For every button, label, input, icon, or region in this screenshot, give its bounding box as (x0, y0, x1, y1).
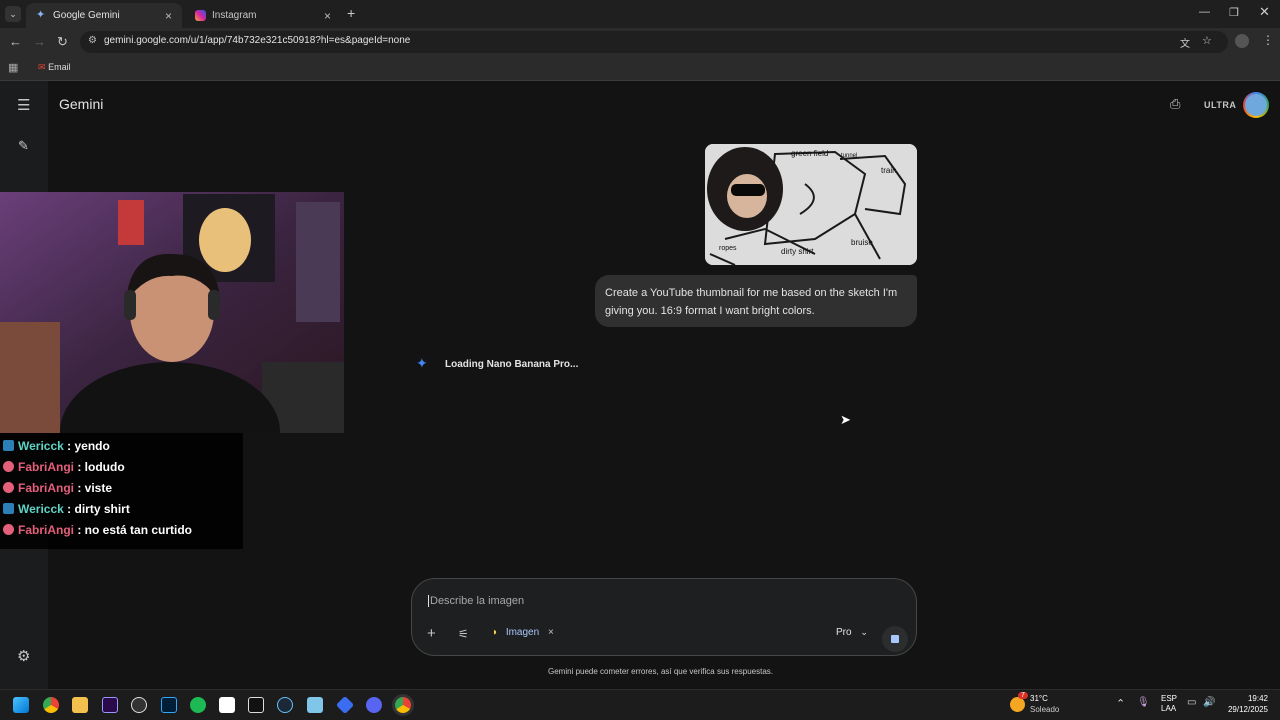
webcam-feed (0, 192, 344, 433)
close-tab-icon[interactable]: × (165, 9, 172, 23)
forward-arrow-icon[interactable]: → (33, 34, 46, 49)
tab-google-gemini[interactable]: ✦ Google Gemini × (26, 3, 182, 28)
twitch-badge-icon (3, 440, 14, 451)
print-icon[interactable]: ⎙ (1170, 96, 1180, 112)
chat-message: FabriAngi : viste (0, 477, 243, 498)
apps-grid-icon[interactable]: ▦ (8, 61, 18, 74)
notion-icon[interactable] (219, 697, 235, 713)
weather-alert-count: 7 (1018, 692, 1028, 699)
bookmark-email[interactable]: ✉ Email (38, 62, 71, 73)
premiere-icon[interactable] (102, 697, 118, 713)
chat-message: FabriAngi : no está tan curtido (0, 519, 243, 540)
sketch-label: tunnel (841, 153, 857, 159)
stop-icon (891, 635, 899, 643)
stop-generation-button[interactable] (882, 626, 908, 652)
chat-message: Wericck : yendo (0, 435, 243, 456)
microphone-icon[interactable]: 🎙 (1137, 697, 1150, 708)
file-explorer-icon[interactable] (72, 697, 88, 713)
steam-icon[interactable] (277, 697, 293, 713)
sketch-label: train (881, 166, 897, 175)
weather-condition[interactable]: Soleado (1030, 705, 1059, 714)
emote-badge-icon (3, 461, 14, 472)
chat-message: Wericck : dirty shirt (0, 498, 243, 519)
weather-icon[interactable] (1010, 697, 1025, 712)
notepad-icon[interactable] (307, 697, 323, 713)
profile-avatar-icon[interactable] (1235, 34, 1249, 48)
emote-badge-icon (3, 524, 14, 535)
browser-tab-strip: ⌄ ✦ Google Gemini × Instagram × + — ❐ ✕ (0, 0, 1280, 28)
sketch-label: bruise (851, 238, 873, 247)
back-arrow-icon[interactable]: ← (9, 34, 22, 49)
language-indicator[interactable]: ESP LAA (1161, 694, 1177, 714)
chat-message: FabriAngi : lodudo (0, 456, 243, 477)
sketch-label: green field (791, 149, 828, 158)
add-attachment-icon[interactable]: + (427, 625, 436, 642)
sketch-label: ropes (719, 245, 737, 252)
tab-label: Google Gemini (53, 10, 120, 21)
app-icon[interactable] (335, 695, 355, 715)
close-tab-icon[interactable]: × (324, 9, 331, 23)
remove-chip-icon[interactable]: × (548, 627, 554, 638)
browser-toolbar: ← → ↻ ⚙ gemini.google.com/u/1/app/74b732… (0, 28, 1280, 56)
spotify-icon[interactable] (190, 697, 206, 713)
mouse-cursor-icon: ➤ (840, 412, 851, 427)
emote-badge-icon (3, 482, 14, 493)
chrome-icon[interactable] (43, 697, 59, 713)
twitch-badge-icon (3, 503, 14, 514)
uploaded-sketch-image[interactable]: green field tunnel train ropes dirty shi… (705, 144, 917, 265)
weather-temp[interactable]: 31°C (1030, 694, 1048, 703)
menu-icon[interactable]: ☰ (17, 96, 30, 114)
banana-icon: ◗ (492, 627, 499, 638)
bookmark-star-icon[interactable]: ☆ (1202, 34, 1212, 47)
browser-menu-icon[interactable]: ⋮ (1262, 33, 1274, 47)
bookmarks-bar: ▦ ✉ Email (0, 56, 1280, 81)
discord-icon[interactable] (366, 697, 382, 713)
image-tool-chip[interactable]: ◗ Imagen × (492, 627, 554, 638)
capcut-icon[interactable] (248, 697, 264, 713)
chevron-down-icon: ⌄ (860, 627, 868, 637)
plan-badge: ULTRA (1204, 100, 1237, 110)
model-selector[interactable]: Pro ⌄ (836, 627, 868, 638)
translate-icon[interactable]: 文 (1180, 35, 1190, 50)
account-avatar[interactable] (1243, 92, 1269, 118)
address-bar[interactable]: ⚙ gemini.google.com/u/1/app/74b732e321c5… (80, 31, 1228, 53)
disclaimer-text: Gemini puede cometer errores, así que ve… (548, 667, 773, 676)
instagram-favicon-icon (195, 10, 206, 21)
gemini-favicon-icon: ✦ (36, 9, 46, 21)
tab-instagram[interactable]: Instagram × (185, 3, 341, 28)
stream-chat-overlay: Wericck : yendo FabriAngi : lodudo Fabri… (0, 433, 243, 549)
volume-icon[interactable]: 🔊 (1203, 697, 1215, 708)
user-prompt-bubble: Create a YouTube thumbnail for me based … (595, 275, 917, 327)
windows-start-icon[interactable] (13, 697, 29, 713)
prompt-input[interactable]: Describe la imagen (428, 595, 524, 607)
close-window-icon[interactable]: ✕ (1259, 4, 1270, 20)
reload-icon[interactable]: ↻ (57, 34, 68, 50)
restore-icon[interactable]: ❐ (1229, 6, 1239, 19)
network-icon[interactable]: ▭ (1187, 697, 1196, 708)
sketch-label: dirty shirt (781, 247, 814, 256)
windows-taskbar: 7 31°C Soleado ⌃ 🎙 ESP LAA ▭ 🔊 19:42 29/… (0, 689, 1280, 720)
clock[interactable]: 19:42 29/12/2025 (1222, 693, 1268, 715)
obs-icon[interactable] (131, 697, 147, 713)
new-tab-button[interactable]: + (347, 5, 355, 21)
gemini-spark-icon: ✦ (416, 355, 428, 371)
minimize-icon[interactable]: — (1199, 6, 1210, 18)
tools-icon[interactable]: ⚟ (458, 627, 469, 641)
url-text[interactable]: gemini.google.com/u/1/app/74b732e321c509… (104, 35, 410, 46)
new-chat-icon[interactable]: ✎ (18, 138, 29, 154)
prompt-composer: Describe la imagen + ⚟ ◗ Imagen × Pro ⌄ (411, 578, 917, 656)
gmail-icon: ✉ (38, 62, 46, 72)
loading-status: Loading Nano Banana Pro... (445, 359, 579, 370)
site-info-icon[interactable]: ⚙ (88, 35, 97, 46)
streamer-webcam-overlay (0, 192, 344, 433)
photoshop-icon[interactable] (161, 697, 177, 713)
show-hidden-icons-icon[interactable]: ⌃ (1116, 697, 1125, 710)
settings-icon[interactable]: ⚙ (17, 647, 30, 665)
app-title[interactable]: Gemini (59, 96, 103, 112)
chrome-active-icon[interactable] (395, 697, 411, 713)
tab-search-button[interactable]: ⌄ (5, 6, 21, 22)
user-prompt-text: Create a YouTube thumbnail for me based … (605, 287, 898, 317)
tab-label: Instagram (212, 10, 257, 21)
sketch-drawing: green field tunnel train ropes dirty shi… (705, 144, 917, 265)
